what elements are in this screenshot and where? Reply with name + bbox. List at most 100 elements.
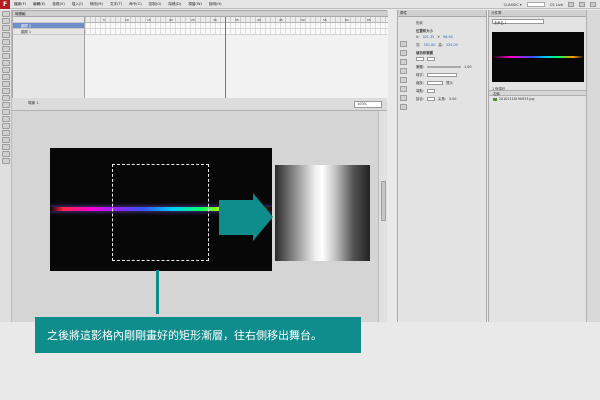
menu-control[interactable]: 控制(O) [149,2,162,7]
lasso-tool-icon[interactable] [2,39,10,45]
scene-label[interactable]: 場景 1 [28,101,39,106]
cap-select[interactable] [426,88,435,93]
menu-modify[interactable]: 修改(M) [90,2,103,7]
scrollbar-thumb[interactable] [381,181,386,221]
position-size-header[interactable]: 位置和大小 [416,28,482,33]
join-select[interactable] [426,96,435,101]
library-item-name: 20101118190933.jpg [499,97,535,101]
swatches-panel-icon[interactable] [400,50,407,56]
stroke-slider[interactable] [426,65,461,68]
text-tool-icon[interactable] [2,53,10,59]
menu-help[interactable]: 說明(H) [209,2,222,7]
eraser-tool-icon[interactable] [2,116,10,122]
transform-panel-icon[interactable] [400,77,407,83]
selection-marquee [112,164,209,261]
arrow-right-icon [219,200,253,235]
layer-row[interactable]: 圖層 1 [13,29,84,35]
frame-row[interactable] [85,29,388,35]
style-select[interactable] [426,72,457,77]
menu-commands[interactable]: 命令(C) [129,2,142,7]
library-document-select[interactable]: 未命名-1 [492,19,544,25]
line-tool-icon[interactable] [2,60,10,66]
frame-number: 5 [103,18,105,22]
library-item[interactable]: 20101118190933.jpg [489,96,587,102]
cs-live-button[interactable]: CS Live [550,3,563,7]
frame-grid[interactable]: 5 10 15 20 25 30 35 40 45 50 55 60 65 [85,17,388,99]
arrow-head-icon [253,193,273,241]
height-value[interactable]: 229.00 [446,43,458,47]
subselection-tool-icon[interactable] [2,18,10,24]
fill-stroke-section: 填色和筆觸 筆觸: 1.00 樣式: 縮放: 提示 端點: 接合: 尖角: 3.… [416,50,482,101]
playhead[interactable] [225,17,226,99]
menu-file[interactable]: 檔案(F) [14,2,26,7]
frame-number: 25 [191,18,195,22]
properties-tab[interactable]: 屬性 [398,10,486,17]
stroke-color-icon[interactable] [2,137,10,143]
layer-name: 圖層 2 [21,24,32,28]
x-value[interactable]: 321.35 [422,35,434,39]
flash-logo-icon: F [0,0,10,9]
tools-panel [0,10,12,322]
menu-insert[interactable]: 插入(I) [72,2,83,7]
close-button[interactable] [590,2,596,7]
gradient-rectangle[interactable] [275,165,370,261]
paint-bucket-tool-icon[interactable] [2,102,10,108]
pen-tool-icon[interactable] [2,46,10,52]
eyedropper-tool-icon[interactable] [2,109,10,115]
3d-rotation-tool-icon[interactable] [2,32,10,38]
frame-ruler[interactable]: 5 10 15 20 25 30 35 40 45 50 55 60 65 [85,17,388,23]
rectangle-tool-icon[interactable] [2,67,10,73]
top-right-controls: CLASSIC ▾ CS Live [504,0,600,9]
free-transform-tool-icon[interactable] [2,25,10,31]
menu-window[interactable]: 視窗(W) [188,2,202,7]
swap-colors-icon[interactable] [2,151,10,157]
menu-edit[interactable]: 編輯(E) [33,2,45,7]
pencil-tool-icon[interactable] [2,74,10,80]
fill-stroke-header[interactable]: 填色和筆觸 [416,50,482,55]
hand-tool-icon[interactable] [2,123,10,129]
frame-number: 15 [147,18,151,22]
align-panel-icon[interactable] [400,59,407,65]
info-panel-icon[interactable] [400,68,407,74]
width-value[interactable]: 301.00 [424,43,436,47]
preview-spectrum-line [492,56,584,58]
stage-vertical-scrollbar[interactable] [378,111,387,322]
brush-tool-icon[interactable] [2,81,10,87]
fill-color-icon[interactable] [2,144,10,150]
color-panel-icon[interactable] [400,41,407,47]
maximize-button[interactable] [579,2,585,7]
bone-tool-icon[interactable] [2,95,10,101]
snap-option-icon[interactable] [2,158,10,164]
scale-label: 縮放: [416,81,424,85]
fill-color-swatch[interactable] [427,57,435,61]
width-label: 寬: [416,43,421,47]
miter-value[interactable]: 3.00 [449,97,457,101]
selection-tool-icon[interactable] [2,11,10,17]
hint-checkbox[interactable]: 提示 [446,80,453,85]
stroke-label: 筆觸: [416,65,424,69]
motion-presets-icon[interactable] [400,104,407,110]
library-tab[interactable]: 元件庫 [489,10,586,17]
frame-number: 10 [125,18,129,22]
stroke-value[interactable]: 1.00 [464,65,472,69]
frame-number: 40 [257,18,261,22]
zoom-select[interactable]: 100% [354,101,382,108]
callout-connector [156,270,159,314]
zoom-tool-icon[interactable] [2,130,10,136]
cap-label: 端點: [416,89,424,93]
minimize-button[interactable] [568,2,574,7]
components-panel-icon[interactable] [400,86,407,92]
y-label: Y: [437,35,441,39]
menu-text[interactable]: 文字(T) [110,2,122,7]
scale-select[interactable] [426,80,443,85]
menu-view[interactable]: 檢視(V) [52,2,64,7]
search-input[interactable] [526,2,545,7]
frame-number: 60 [345,18,349,22]
y-value[interactable]: 98.85 [443,35,453,39]
properties-tab-label: 屬性 [400,10,407,15]
stroke-color-swatch[interactable] [416,57,424,61]
deco-tool-icon[interactable] [2,88,10,94]
code-snippets-icon[interactable] [400,95,407,101]
workspace-switcher[interactable]: CLASSIC ▾ [504,3,522,7]
menu-debug[interactable]: 除錯(D) [168,2,181,7]
